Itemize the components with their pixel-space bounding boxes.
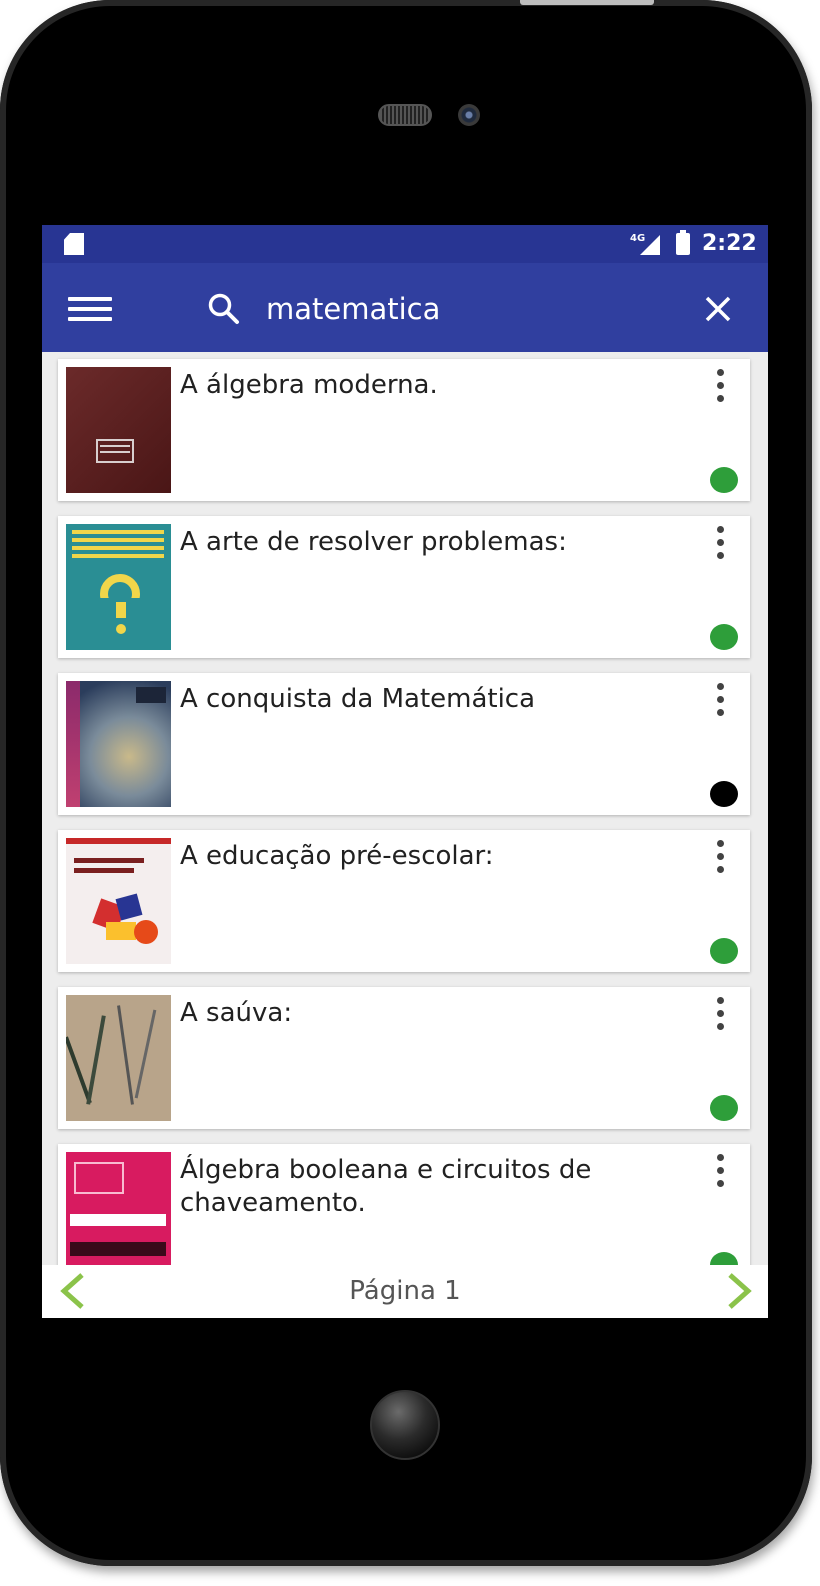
search-input[interactable] bbox=[266, 287, 686, 331]
result-card[interactable]: A conquista da Matemática bbox=[58, 673, 750, 815]
book-cover bbox=[66, 524, 171, 650]
menu-icon[interactable] bbox=[68, 295, 112, 323]
status-bar: 4G 2:22 bbox=[42, 225, 768, 263]
more-vert-icon[interactable] bbox=[710, 997, 730, 1033]
availability-indicator bbox=[710, 938, 738, 964]
front-camera bbox=[458, 104, 480, 126]
book-title: A educação pré-escolar: bbox=[180, 841, 494, 871]
book-cover bbox=[66, 367, 171, 493]
more-vert-icon[interactable] bbox=[710, 840, 730, 876]
search-toolbar bbox=[42, 263, 768, 352]
sd-card-icon bbox=[64, 233, 84, 255]
more-vert-icon[interactable] bbox=[710, 369, 730, 405]
page-label: Página 1 bbox=[349, 1276, 461, 1306]
home-button[interactable] bbox=[370, 1390, 440, 1460]
availability-indicator bbox=[710, 781, 738, 807]
availability-indicator bbox=[710, 624, 738, 650]
book-title: A arte de resolver problemas: bbox=[180, 527, 567, 557]
earpiece-speaker bbox=[378, 104, 432, 126]
search-icon bbox=[208, 293, 239, 324]
status-time: 2:22 bbox=[702, 231, 757, 256]
app-screen: 4G 2:22 matematica A álgebra moderna. A … bbox=[42, 225, 768, 1318]
book-cover bbox=[66, 995, 171, 1121]
availability-indicator bbox=[710, 1095, 738, 1121]
result-card[interactable]: Álgebra booleana e circuitos de chaveame… bbox=[58, 1144, 750, 1265]
phone-frame: 4G 2:22 matematica A álgebra moderna. A … bbox=[0, 0, 812, 1566]
book-title: A saúva: bbox=[180, 998, 293, 1028]
result-card[interactable]: A álgebra moderna. bbox=[58, 359, 750, 501]
book-title: A conquista da Matemática bbox=[180, 684, 536, 714]
result-card[interactable]: A arte de resolver problemas: bbox=[58, 516, 750, 658]
battery-icon bbox=[676, 230, 690, 255]
book-title: A álgebra moderna. bbox=[180, 370, 438, 400]
availability-indicator bbox=[710, 1252, 738, 1265]
chevron-right-icon[interactable] bbox=[718, 1271, 758, 1311]
phone-top-strip bbox=[520, 0, 654, 5]
signal-4g-icon: 4G bbox=[630, 233, 660, 255]
book-cover bbox=[66, 838, 171, 964]
book-cover bbox=[66, 681, 171, 807]
results-list[interactable]: A álgebra moderna. A arte de resolver pr… bbox=[42, 352, 768, 1265]
more-vert-icon[interactable] bbox=[710, 683, 730, 719]
close-icon[interactable] bbox=[702, 293, 734, 325]
book-cover bbox=[66, 1152, 171, 1265]
pagination-bar: Página 1 bbox=[42, 1265, 768, 1318]
result-card[interactable]: A educação pré-escolar: bbox=[58, 830, 750, 972]
more-vert-icon[interactable] bbox=[710, 526, 730, 562]
availability-indicator bbox=[710, 467, 738, 493]
result-card[interactable]: A saúva: bbox=[58, 987, 750, 1129]
more-vert-icon[interactable] bbox=[710, 1154, 730, 1190]
book-title: Álgebra booleana e circuitos de chaveame… bbox=[180, 1155, 592, 1218]
